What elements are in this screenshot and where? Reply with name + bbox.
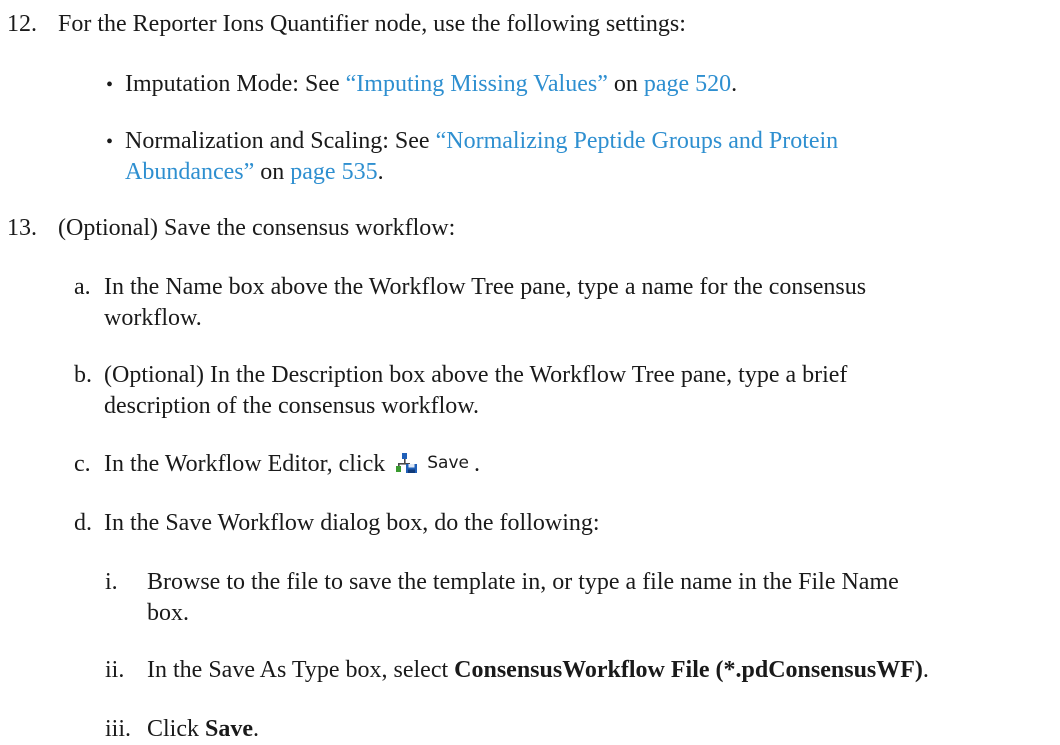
substep-d-marker: d.	[74, 510, 92, 536]
save-button[interactable]: Save	[391, 449, 474, 477]
save-button-label: Save	[427, 452, 469, 473]
link-page-535[interactable]: page 535	[290, 159, 377, 185]
link-page-520[interactable]: page 520	[644, 71, 731, 97]
substep-iii-text: Click	[147, 716, 205, 742]
bullet-normalization-line2: Abundances” on page 535.	[125, 157, 384, 188]
substep-i-line1: Browse to the file to save the template …	[147, 569, 899, 595]
substep-iii-end: .	[253, 716, 259, 742]
bullet-icon: •	[106, 131, 114, 153]
substep-b-line2: description of the consensus workflow.	[104, 393, 480, 419]
step-13-number: 13.	[7, 215, 37, 241]
substep-b-line1: (Optional) In the Description box above …	[104, 362, 848, 388]
bullet-icon: •	[106, 74, 114, 96]
bullet-imputation-end: .	[731, 71, 738, 97]
substep-i-line2: box.	[147, 600, 189, 626]
link-normalizing-abundances-part2[interactable]: Abundances”	[125, 159, 254, 185]
bullet-normalization-end: .	[377, 159, 384, 185]
substep-d-text: In the Save Workflow dialog box, do the …	[104, 510, 600, 536]
bullet-imputation-label: Imputation Mode: See	[125, 71, 346, 97]
step-12-number: 12.	[7, 11, 37, 37]
bullet-imputation-on: on	[607, 71, 644, 97]
substep-c-text: In the Workflow Editor, click	[104, 451, 392, 477]
step-12-text: For the Reporter Ions Quantifier node, u…	[58, 11, 686, 37]
substep-ii-marker: ii.	[105, 657, 125, 683]
link-imputing-missing-values[interactable]: “Imputing Missing Values”	[346, 71, 608, 97]
bullet-normalization-on: on	[254, 159, 291, 185]
substep-c-marker: c.	[74, 451, 91, 477]
substep-ii-end: .	[922, 657, 929, 683]
step-13-text: (Optional) Save the consensus workflow:	[58, 215, 456, 241]
bullet-imputation: Imputation Mode: See “Imputing Missing V…	[125, 69, 737, 100]
save-label-bold: Save	[205, 716, 253, 742]
substep-iii-marker: iii.	[105, 716, 132, 742]
substep-c-end: .	[474, 451, 480, 477]
substep-a-line2: workflow.	[104, 305, 202, 331]
substep-i-marker: i.	[105, 569, 118, 595]
save-workflow-icon	[396, 453, 418, 474]
bullet-normalization: Normalization and Scaling: See “Normaliz…	[125, 126, 838, 157]
substep-ii: In the Save As Type box, select Consensu…	[147, 655, 929, 686]
substep-ii-text: In the Save As Type box, select	[147, 657, 455, 683]
substep-b-marker: b.	[74, 362, 92, 388]
link-normalizing-abundances-part1[interactable]: “Normalizing Peptide Groups and Protein	[436, 128, 839, 154]
bullet-normalization-label: Normalization and Scaling: See	[125, 128, 436, 154]
substep-a-marker: a.	[74, 274, 91, 300]
substep-c: In the Workflow Editor, click Save.	[104, 449, 480, 480]
substep-iii: Click Save.	[147, 714, 259, 745]
document-page: 12. For the Reporter Ions Quantifier nod…	[0, 0, 1060, 742]
substep-a-line1: In the Name box above the Workflow Tree …	[104, 274, 867, 300]
file-type-option: ConsensusWorkflow File (*.pdConsensusWF)	[454, 657, 923, 683]
